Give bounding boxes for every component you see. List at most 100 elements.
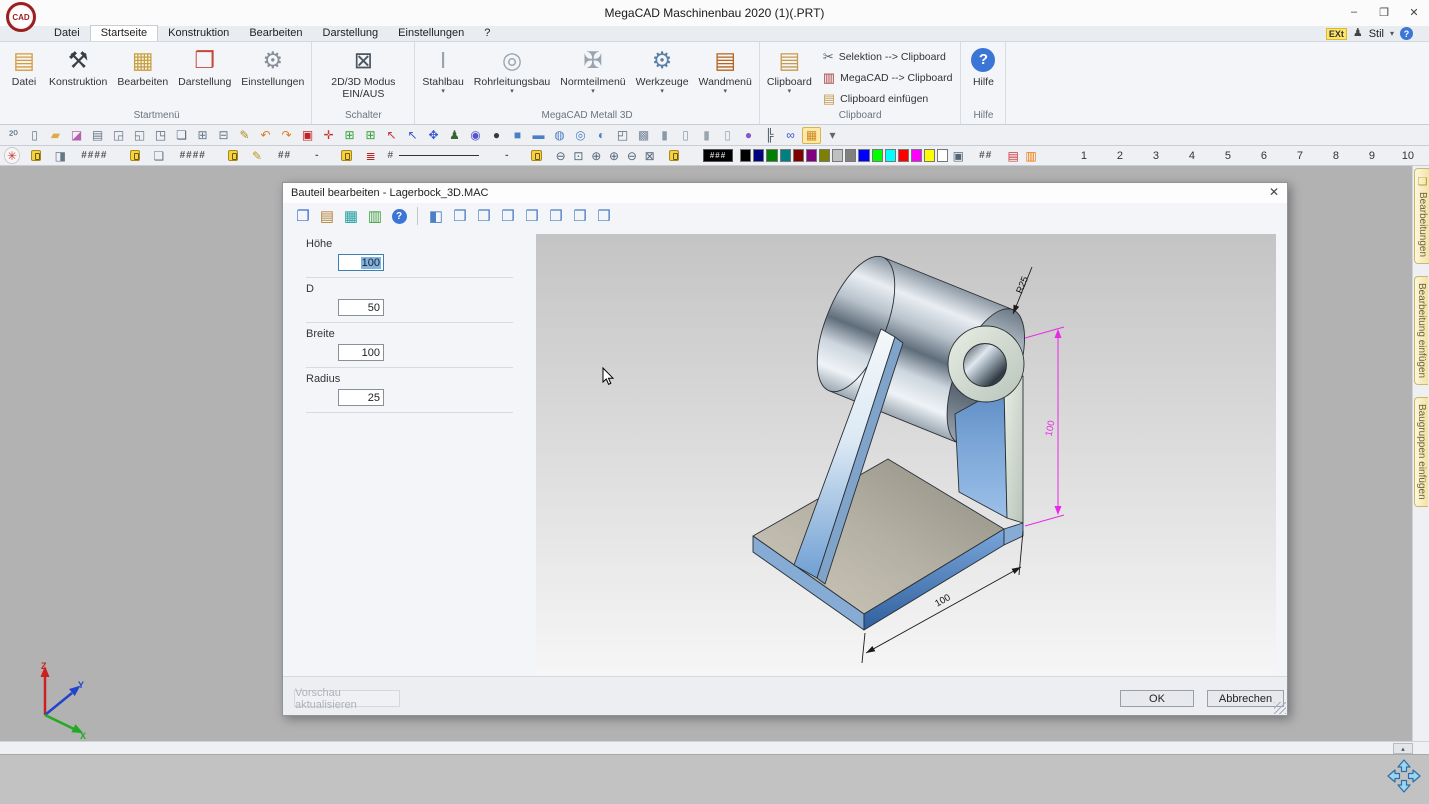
field-input-breite[interactable]: 100 xyxy=(338,344,384,361)
layer-number-2[interactable]: 2 xyxy=(1102,150,1138,162)
side-tab-bearbeitungen[interactable]: ❏Bearbeitungen xyxy=(1414,168,1429,264)
color-swatch-ffffff[interactable] xyxy=(937,149,948,162)
pen-style-icon[interactable]: ✎ xyxy=(249,147,265,164)
view-bottom-icon[interactable]: ❒ xyxy=(570,206,590,226)
window-restore-button[interactable]: ❐ xyxy=(1369,0,1399,24)
help-icon[interactable]: ? xyxy=(1400,27,1413,40)
zoom-extents-icon[interactable]: ⊕ xyxy=(588,147,604,164)
field-input-hoehe[interactable]: 100 xyxy=(338,254,384,271)
overflow-icon[interactable]: ▾ xyxy=(823,127,842,144)
print-preview-icon[interactable]: ◲ xyxy=(109,127,128,144)
ribbon-item-bearbeiten[interactable]: ▦Bearbeiten xyxy=(112,43,173,89)
color-swatch-808080[interactable] xyxy=(845,149,856,162)
color-swatch-ff0000[interactable] xyxy=(898,149,909,162)
layer-number-9[interactable]: 9 xyxy=(1354,150,1390,162)
color-swatch-000080[interactable] xyxy=(753,149,764,162)
zoom-full-icon[interactable]: ⊠ xyxy=(642,147,658,164)
field-input-d[interactable]: 50 xyxy=(338,299,384,316)
window-add-2-icon[interactable]: ⊞ xyxy=(361,127,380,144)
menu-tab-datei[interactable]: Datei xyxy=(44,26,90,41)
menu-tab-einstellungen[interactable]: Einstellungen xyxy=(388,26,474,41)
side-tab-bearbeitung-einfuegen[interactable]: Bearbeitung einfügen xyxy=(1414,276,1428,385)
zoom-previous-icon[interactable]: ⊖ xyxy=(624,147,640,164)
layer-number-4[interactable]: 4 xyxy=(1174,150,1210,162)
layer-palette-icon[interactable]: ▤ xyxy=(1005,147,1021,164)
ribbon-item-rohrleitungsbau[interactable]: ◎Rohrleitungsbau▾ xyxy=(469,43,555,97)
person-axes-icon[interactable]: ♟ xyxy=(445,127,464,144)
view-dimetric-icon[interactable]: ❒ xyxy=(594,206,614,226)
ribbon-item-selektion-clipboard[interactable]: ✂Selektion --> Clipboard xyxy=(817,46,959,67)
drawing-canvas[interactable]: Z Y X Bauteil bearbeiten - Lagerbock_3D.… xyxy=(0,166,1412,741)
window-close-button[interactable]: ✕ xyxy=(1399,0,1429,24)
layer-number-1[interactable]: 1 xyxy=(1066,150,1102,162)
select-rotate-icon[interactable]: ↖ xyxy=(382,127,401,144)
redraw-marker-icon[interactable]: ✳ xyxy=(4,147,20,164)
layer-number-5[interactable]: 5 xyxy=(1210,150,1246,162)
menu-tab-startseite[interactable]: Startseite xyxy=(90,25,158,41)
help-icon[interactable]: ? xyxy=(389,206,409,226)
measure-axes-icon[interactable]: ✛ xyxy=(319,127,338,144)
menu-tab-bearbeiten[interactable]: Bearbeiten xyxy=(239,26,312,41)
layer-number-8[interactable]: 8 xyxy=(1318,150,1354,162)
ribbon-item-clipboard[interactable]: ▤Clipboard▾ xyxy=(762,43,817,97)
select-scale-icon[interactable]: ↖ xyxy=(403,127,422,144)
ext-badge[interactable]: EXt xyxy=(1326,28,1347,40)
disc-1-icon[interactable]: ◍ xyxy=(550,127,569,144)
view-right-icon[interactable]: ❒ xyxy=(546,206,566,226)
status-expand-button[interactable]: ▴ xyxy=(1393,743,1413,754)
menu-tab-konstruktion[interactable]: Konstruktion xyxy=(158,26,239,41)
page-current-icon[interactable]: ❏ xyxy=(151,147,167,164)
ribbon-item-stahlbau[interactable]: ΙStahlbau▾ xyxy=(417,43,468,97)
line-weight-icon[interactable]: ≣ xyxy=(363,147,379,164)
cuboid-blue-icon[interactable]: ▬ xyxy=(529,127,548,144)
color-swatch-0000ff[interactable] xyxy=(858,149,869,162)
lock-layer-icon[interactable] xyxy=(31,150,41,161)
copy-icon[interactable]: ❐ xyxy=(293,206,313,226)
color-swatch-808000[interactable] xyxy=(819,149,830,162)
window-minimize-button[interactable]: – xyxy=(1339,0,1369,24)
open-folder-icon[interactable]: ▰ xyxy=(46,127,65,144)
color-swatch-008080[interactable] xyxy=(780,149,791,162)
cylinder-3-icon[interactable]: ▮ xyxy=(697,127,716,144)
view-back-icon[interactable]: ❒ xyxy=(498,206,518,226)
pages-gear-icon[interactable]: ❏ xyxy=(172,127,191,144)
ribbon-item-hilfe[interactable]: ?Hilfe xyxy=(963,43,1003,89)
lock-3-icon[interactable] xyxy=(228,150,238,161)
cylinder-2-icon[interactable]: ▯ xyxy=(676,127,695,144)
ribbon-item-darstellung[interactable]: ❒Darstellung xyxy=(173,43,236,89)
tree-structure-icon[interactable]: ╠ xyxy=(760,127,779,144)
layer-bars-icon[interactable]: ▥ xyxy=(1023,147,1039,164)
disc-2-icon[interactable]: ◎ xyxy=(571,127,590,144)
menu-tab-darstellung[interactable]: Darstellung xyxy=(313,26,389,41)
ribbon-item-einstellungen[interactable]: ⚙Einstellungen xyxy=(236,43,309,89)
save-icon[interactable]: ◪ xyxy=(67,127,86,144)
view-iso-icon[interactable]: ◧ xyxy=(426,206,446,226)
ribbon-item-datei[interactable]: ▤Datei xyxy=(4,43,44,89)
ribbon-item-normteilmenu[interactable]: ✠Normteilmenü▾ xyxy=(555,43,630,97)
color-swatch-800000[interactable] xyxy=(793,149,804,162)
cylinder-1-icon[interactable]: ▮ xyxy=(655,127,674,144)
zoom-window-icon[interactable]: ⊡ xyxy=(571,147,587,164)
undo-icon[interactable]: ↶ xyxy=(256,127,275,144)
cylinder-4-icon[interactable]: ▯ xyxy=(718,127,737,144)
ribbon-item-wandmenu[interactable]: ▤Wandmenü▾ xyxy=(694,43,757,97)
color-swatch-008000[interactable] xyxy=(766,149,777,162)
field-input-radius[interactable]: 25 xyxy=(338,389,384,406)
color-swatch-c0c0c0[interactable] xyxy=(832,149,843,162)
stil-dropdown[interactable]: Stil xyxy=(1369,28,1384,40)
box-shaded-icon[interactable]: ▩ xyxy=(634,127,653,144)
line-style-selector[interactable]: # xyxy=(388,150,486,161)
layer-number-3[interactable]: 3 xyxy=(1138,150,1174,162)
disc-3-icon[interactable]: ◐ xyxy=(592,127,611,144)
search-00-icon[interactable]: ∞ xyxy=(781,127,800,144)
zoom-out-icon[interactable]: ⊖ xyxy=(553,147,569,164)
opgl-sphere-icon[interactable]: ● xyxy=(739,127,758,144)
globe-icon[interactable]: ◉ xyxy=(466,127,485,144)
color-swatch-ffff00[interactable] xyxy=(924,149,935,162)
prt-stamp-icon[interactable]: ▣ xyxy=(298,127,317,144)
doc-lock-icon[interactable]: ◨ xyxy=(52,147,68,164)
snap-20-icon[interactable]: ²⁰ xyxy=(4,127,23,144)
user-icon[interactable]: ♟ xyxy=(1353,27,1363,40)
move-element-icon[interactable]: ✥ xyxy=(424,127,443,144)
ribbon-item-konstruktion[interactable]: ⚒Konstruktion xyxy=(44,43,112,89)
